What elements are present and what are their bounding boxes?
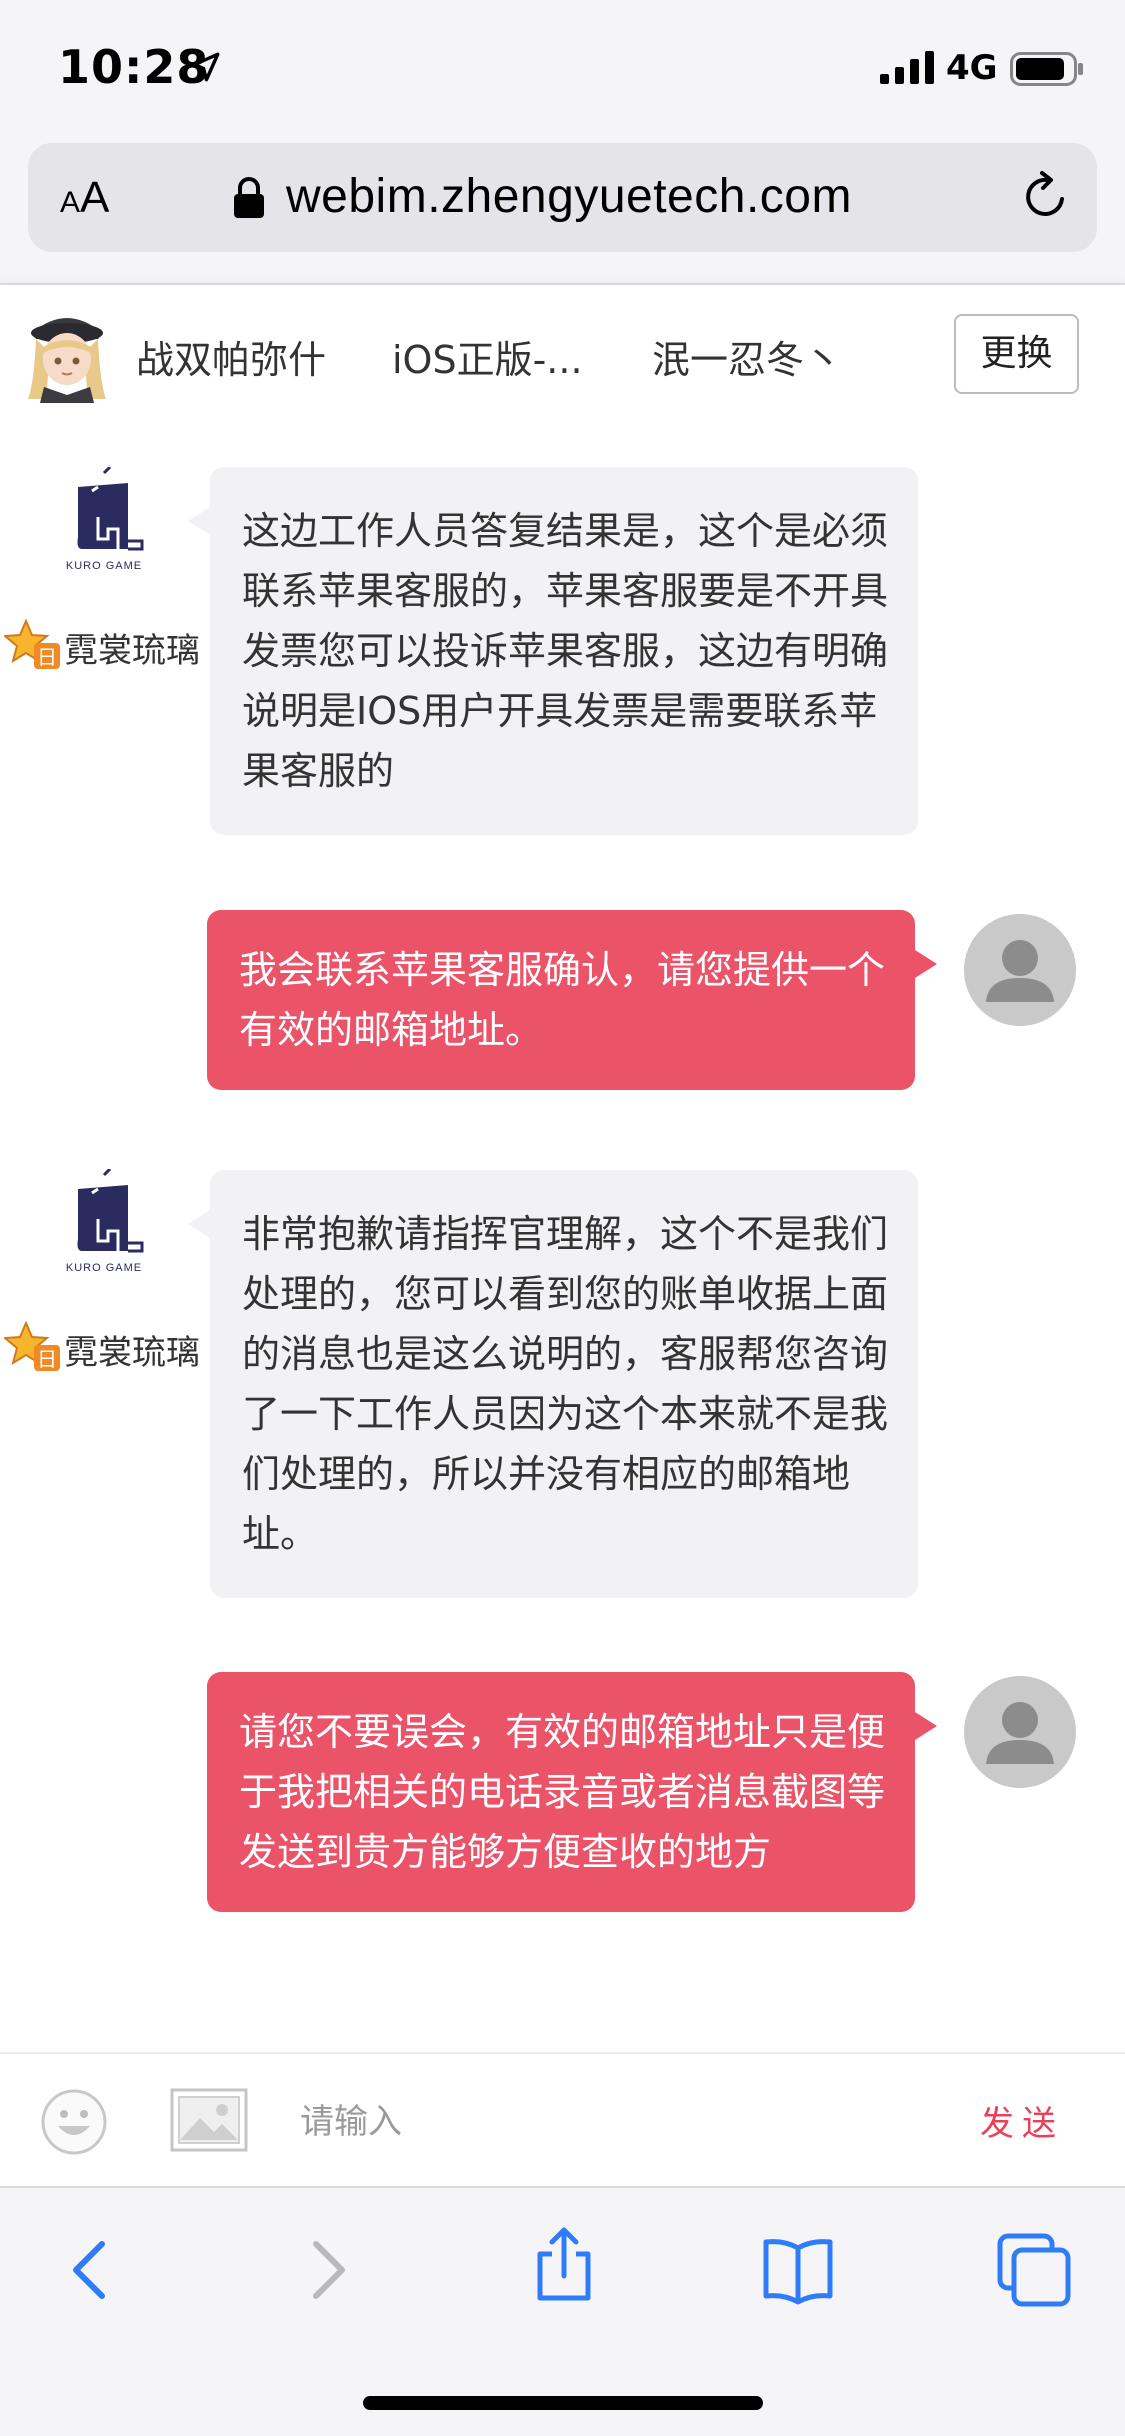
svg-text:KURO GAME: KURO GAME bbox=[66, 1262, 142, 1274]
url-text[interactable]: webim.zhengyuetech.com bbox=[286, 169, 852, 224]
emoji-icon[interactable] bbox=[40, 2088, 108, 2156]
share-icon[interactable] bbox=[524, 2224, 604, 2304]
tab-platform[interactable]: iOS正版-... bbox=[392, 329, 583, 384]
user-message-bubble[interactable]: 我会联系苹果客服确认，请您提供一个有效的邮箱地址。 bbox=[207, 910, 937, 1090]
send-button[interactable]: 发送 bbox=[980, 2096, 1064, 2145]
lock-icon bbox=[234, 177, 264, 218]
star-level-icon: 日 bbox=[4, 1321, 60, 1371]
kuro-game-logo: KURO GAME bbox=[66, 1169, 144, 1274]
svg-text:日: 日 bbox=[37, 645, 57, 669]
status-bar: 10:28 4G bbox=[0, 0, 1125, 140]
home-indicator bbox=[363, 2396, 763, 2410]
bookmarks-icon[interactable] bbox=[758, 2230, 838, 2310]
message-input[interactable] bbox=[300, 2092, 860, 2152]
kuro-game-logo: KURO GAME bbox=[66, 467, 144, 572]
agent-name: 霓裳琉璃 bbox=[64, 631, 200, 671]
svg-text:日: 日 bbox=[37, 1347, 57, 1371]
location-arrow-icon bbox=[190, 52, 220, 82]
back-icon[interactable] bbox=[52, 2230, 132, 2310]
reload-icon[interactable] bbox=[1018, 169, 1074, 225]
agent-message-bubble[interactable]: 这边工作人员答复结果是，这个是必须联系苹果客服的，苹果客服要是不开具发票您可以投… bbox=[188, 467, 918, 835]
change-button[interactable]: 更换 bbox=[954, 314, 1079, 394]
reader-text-size-button[interactable]: AA bbox=[60, 173, 109, 223]
tab-game[interactable]: 战双帕弥什 bbox=[136, 329, 326, 384]
battery-icon bbox=[1010, 52, 1083, 86]
forward-icon[interactable] bbox=[286, 2230, 366, 2310]
status-time: 10:28 bbox=[58, 40, 210, 94]
tab-user[interactable]: 泯一忍冬丶 bbox=[652, 329, 842, 384]
tabs-icon[interactable] bbox=[994, 2230, 1074, 2310]
agent-name: 霓裳琉璃 bbox=[64, 1333, 200, 1373]
network-type: 4G bbox=[946, 48, 998, 88]
message-input-bar: 发送 bbox=[0, 2052, 1125, 2186]
user-avatar[interactable] bbox=[964, 914, 1076, 1026]
chat-message-list[interactable]: KURO GAME 日 霓裳琉璃 这边工作人员答复结果是，这个是必须联系苹果客服… bbox=[0, 417, 1125, 2052]
svg-text:KURO GAME: KURO GAME bbox=[66, 560, 142, 572]
user-avatar[interactable] bbox=[964, 1676, 1076, 1788]
user-message-bubble[interactable]: 请您不要误会，有效的邮箱地址只是便于我把相关的电话录音或者消息截图等发送到贵方能… bbox=[207, 1672, 937, 1912]
address-bar[interactable]: AA webim.zhengyuetech.com bbox=[28, 143, 1097, 252]
chat-header: 战双帕弥什 iOS正版-... 泯一忍冬丶 更换 bbox=[0, 283, 1125, 417]
agent-message-bubble[interactable]: 非常抱歉请指挥官理解，这个不是我们处理的，您可以看到您的账单收据上面的消息也是这… bbox=[188, 1170, 918, 1598]
star-level-icon: 日 bbox=[4, 619, 60, 669]
game-character-avatar[interactable] bbox=[24, 303, 110, 403]
image-upload-icon[interactable] bbox=[170, 2088, 248, 2152]
cellular-signal-icon bbox=[880, 51, 934, 84]
